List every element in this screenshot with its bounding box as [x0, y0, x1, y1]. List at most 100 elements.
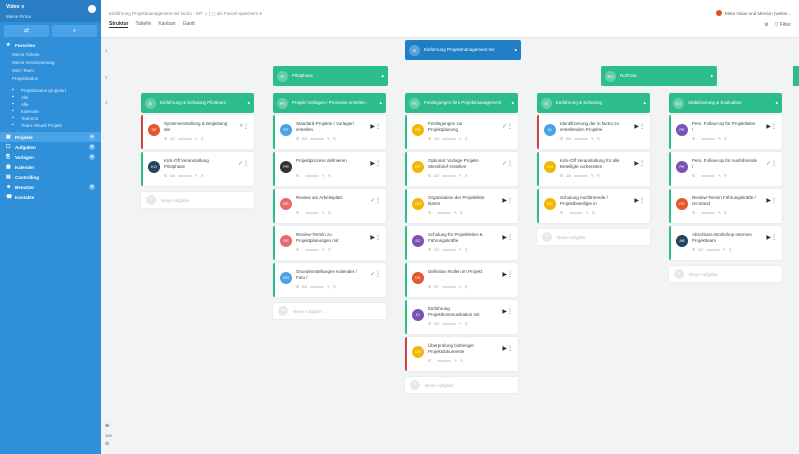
task-card[interactable]: ST Standard-Projekte / Vorlagen erstellen… — [273, 115, 386, 149]
task-card[interactable]: OP Optional: Vorlage Projekt-Steckbrief e… — [405, 152, 518, 186]
phase-node[interactable]: PI Pilotphase ▴ — [273, 66, 388, 86]
add-project-icon[interactable]: + — [89, 134, 95, 140]
task-card[interactable]: RE Review am Arbeitsplatz ☰ ✎ ⎘ ✓ ⋮ — [273, 189, 386, 223]
tab-kanban[interactable]: Kanban — [158, 21, 175, 28]
task-card[interactable]: SC Schulung für Projektleiter & Führungsk… — [405, 226, 518, 260]
more-icon[interactable]: ⋮ — [243, 123, 249, 130]
filter-button[interactable]: ▽ Filter — [775, 22, 791, 28]
sidebar-item-kontakte[interactable]: ☎ Kontakte — [0, 192, 101, 202]
sidebar-item-kalender[interactable]: ▦ Kalender — [0, 162, 101, 172]
collapse-icon[interactable]: ▴ — [643, 100, 646, 106]
sidebar-tree-item[interactable]: ▪ Kalender — [0, 108, 101, 115]
more-icon[interactable]: ⋮ — [639, 197, 645, 204]
sidebar-favorites[interactable]: ★ Favoriten — [0, 40, 101, 50]
more-icon[interactable]: ⋮ — [507, 271, 513, 278]
collapse-icon[interactable]: ▴ — [514, 47, 517, 53]
more-icon[interactable]: ⋮ — [771, 160, 777, 167]
more-icon[interactable]: ⋮ — [507, 160, 513, 167]
task-card[interactable]: RE Review-Termin Führungskräfte / Ist-Sta… — [669, 189, 782, 223]
column-header[interactable]: EV Stabilisierung & Evaluation ▴ — [669, 93, 782, 113]
user-menu[interactable]: Meta Value und Mission (weiter... — [716, 10, 791, 16]
more-icon[interactable]: ⋮ — [507, 234, 513, 241]
tab-struktur[interactable]: Struktur — [109, 21, 129, 28]
more-icon[interactable]: ⋮ — [639, 123, 645, 130]
column-header[interactable]: FE Festlegungen fürs Projektmanagement ▴ — [405, 93, 518, 113]
task-card[interactable]: RE Review-Termin zu Projektplanungen mit ☰… — [273, 226, 386, 260]
new-task-button[interactable]: + Neue Aufgabe — [141, 192, 254, 208]
task-card[interactable]: PR Projektprozess definieren ☰ ✎ ⎘ ▶ ⋮ — [273, 152, 386, 186]
sidebar-tree-item[interactable]: ▪ Projektstatus gruppiert — [0, 87, 101, 94]
task-card[interactable]: ID Identifizierung der in factro zu erste… — [537, 115, 650, 149]
more-icon[interactable]: ⋮ — [507, 345, 513, 352]
sidebar-tree-item[interactable]: ▪ Alle — [0, 101, 101, 108]
task-card[interactable]: OR Organisation der Projektliste klären ☰ ✎… — [405, 189, 518, 223]
more-icon[interactable]: ⋮ — [507, 308, 513, 315]
sidebar-item-aufgaben[interactable]: ☐ Aufgaben + — [0, 142, 101, 152]
task-card[interactable]: KO Kick-Off Veranstaltung für alle Beteil… — [537, 152, 650, 186]
add-template-icon[interactable]: + — [89, 154, 95, 160]
sidebar-item-projekte[interactable]: ▣ Projekte + — [0, 132, 101, 142]
sidebar-tree-item[interactable]: ▪ Team Aktuell Projekt — [0, 122, 101, 129]
column-header[interactable]: EI Einführung & Schulung ▴ — [537, 93, 650, 113]
search-icon[interactable]: ⌕ — [52, 25, 97, 37]
sidebar-item-controlling[interactable]: ▤ Controlling — [0, 172, 101, 182]
more-icon[interactable]: ⋮ — [375, 160, 381, 167]
collapse-icon[interactable]: ▴ — [775, 100, 778, 106]
task-card[interactable]: PE Pers. Follow-Up für Ausführende / ☰ ✎ ⎘ ✓ ⋮ — [669, 152, 782, 186]
new-task-button[interactable]: + Neue Aufgabe — [669, 266, 782, 282]
task-card[interactable]: KO Kick-Off Veranstaltung Pilotphase ☰ 0/4 ✎… — [141, 152, 254, 186]
sidebar-fav-item[interactable]: Mein Team — [0, 66, 101, 74]
phase-node[interactable]: RO Roll-Out ▴ — [601, 66, 717, 86]
new-task-button[interactable]: + Neue Aufgabe — [273, 303, 386, 319]
collapse-icon[interactable]: ▴ — [710, 73, 713, 79]
more-icon[interactable]: ⋮ — [771, 234, 777, 241]
zoom-out-icon[interactable]: ⊖ — [105, 441, 109, 447]
collapse-icon[interactable]: ▴ — [247, 100, 250, 106]
switch-icon[interactable]: ⇄ — [4, 25, 49, 37]
column-header[interactable]: EI Einführung & Schulung Pilotteam ▴ — [141, 93, 254, 113]
more-icon[interactable]: ⋮ — [507, 197, 513, 204]
task-card[interactable]: FE Festlegungen zur Projektplanung ☰ 0/3 ✎ ⎘ ✓… — [405, 115, 518, 149]
zoom-in-icon[interactable]: ⊕ — [105, 423, 109, 429]
settings-icon[interactable] — [88, 5, 96, 13]
add-task-icon[interactable]: + — [89, 144, 95, 150]
tab-tabelle[interactable]: Tabelle — [135, 21, 151, 28]
task-card[interactable]: EI Einführung Projektkommunikation mit ☰ 0/… — [405, 300, 518, 334]
workspace-header[interactable]: Video ∨ Meine Firma — [0, 0, 101, 22]
task-card[interactable]: ÜB Überprüfung bisheriger Projektdokument… — [405, 337, 518, 371]
more-icon[interactable]: ⋮ — [375, 197, 381, 204]
more-icon[interactable]: ⋮ — [375, 234, 381, 241]
settings-icon[interactable]: ⚙ — [764, 22, 768, 28]
new-task-button[interactable]: + Neue Aufgabe — [537, 229, 650, 245]
sidebar-fav-item[interactable]: Meine Tickets — [0, 50, 101, 58]
task-card[interactable]: DE Definition Rollen im Projekt ☰ 0/7 ✎ ⎘ ▶ ⋮ — [405, 263, 518, 297]
tab-gantt[interactable]: Gantt — [183, 21, 195, 28]
workspace-name[interactable]: Video ∨ — [6, 4, 95, 10]
more-icon[interactable]: ⋮ — [507, 123, 513, 130]
breadcrumb[interactable]: Einführung Projektmanagement mit factro … — [109, 11, 262, 17]
task-card[interactable]: GR Grundeinstellungen Kalender / Foto / ☰ 0… — [273, 263, 386, 297]
add-user-icon[interactable]: + — [89, 184, 95, 190]
sidebar-fav-item[interactable]: Projektstatus — [0, 74, 101, 82]
collapse-icon[interactable]: ▴ — [379, 100, 382, 106]
task-card[interactable]: SC Schulung Ausführende / Projektbeteilig… — [537, 189, 650, 223]
sidebar-tree-item[interactable]: ▪ Teammit — [0, 115, 101, 122]
more-icon[interactable]: ⋮ — [639, 160, 645, 167]
sidebar-item-benutzer[interactable]: ☻ Benutzer + — [0, 182, 101, 192]
collapse-icon[interactable]: ▴ — [511, 100, 514, 106]
more-icon[interactable]: ⋮ — [771, 197, 777, 204]
sidebar-fav-item[interactable]: Meine Verantwortung — [0, 58, 101, 66]
column-header[interactable]: PR Projekt Vorlagen / Prozesse erstellen ▴ — [273, 93, 386, 113]
more-icon[interactable]: ⋮ — [243, 160, 249, 167]
collapse-icon[interactable]: ▴ — [381, 73, 384, 79]
task-card[interactable]: PE Pers. Follow-Up für Projektleiter / ☰ ✎ ⎘… — [669, 115, 782, 149]
sidebar-item-vorlagen[interactable]: ⎘ Vorlagen + — [0, 152, 101, 162]
more-icon[interactable]: ⋮ — [771, 123, 777, 130]
phase-node-partial[interactable] — [793, 66, 799, 86]
task-card[interactable]: SE Systemeinstellung & Begleitung der ☰ 4/7… — [141, 115, 254, 149]
new-task-button[interactable]: + Neue Aufgabe — [405, 377, 518, 393]
sidebar-tree-item[interactable]: ▪ Alle — [0, 94, 101, 101]
more-icon[interactable]: ⋮ — [375, 271, 381, 278]
more-icon[interactable]: ⋮ — [375, 123, 381, 130]
task-card[interactable]: AB Abschluss-Workshop Internes Projekttea… — [669, 226, 782, 260]
